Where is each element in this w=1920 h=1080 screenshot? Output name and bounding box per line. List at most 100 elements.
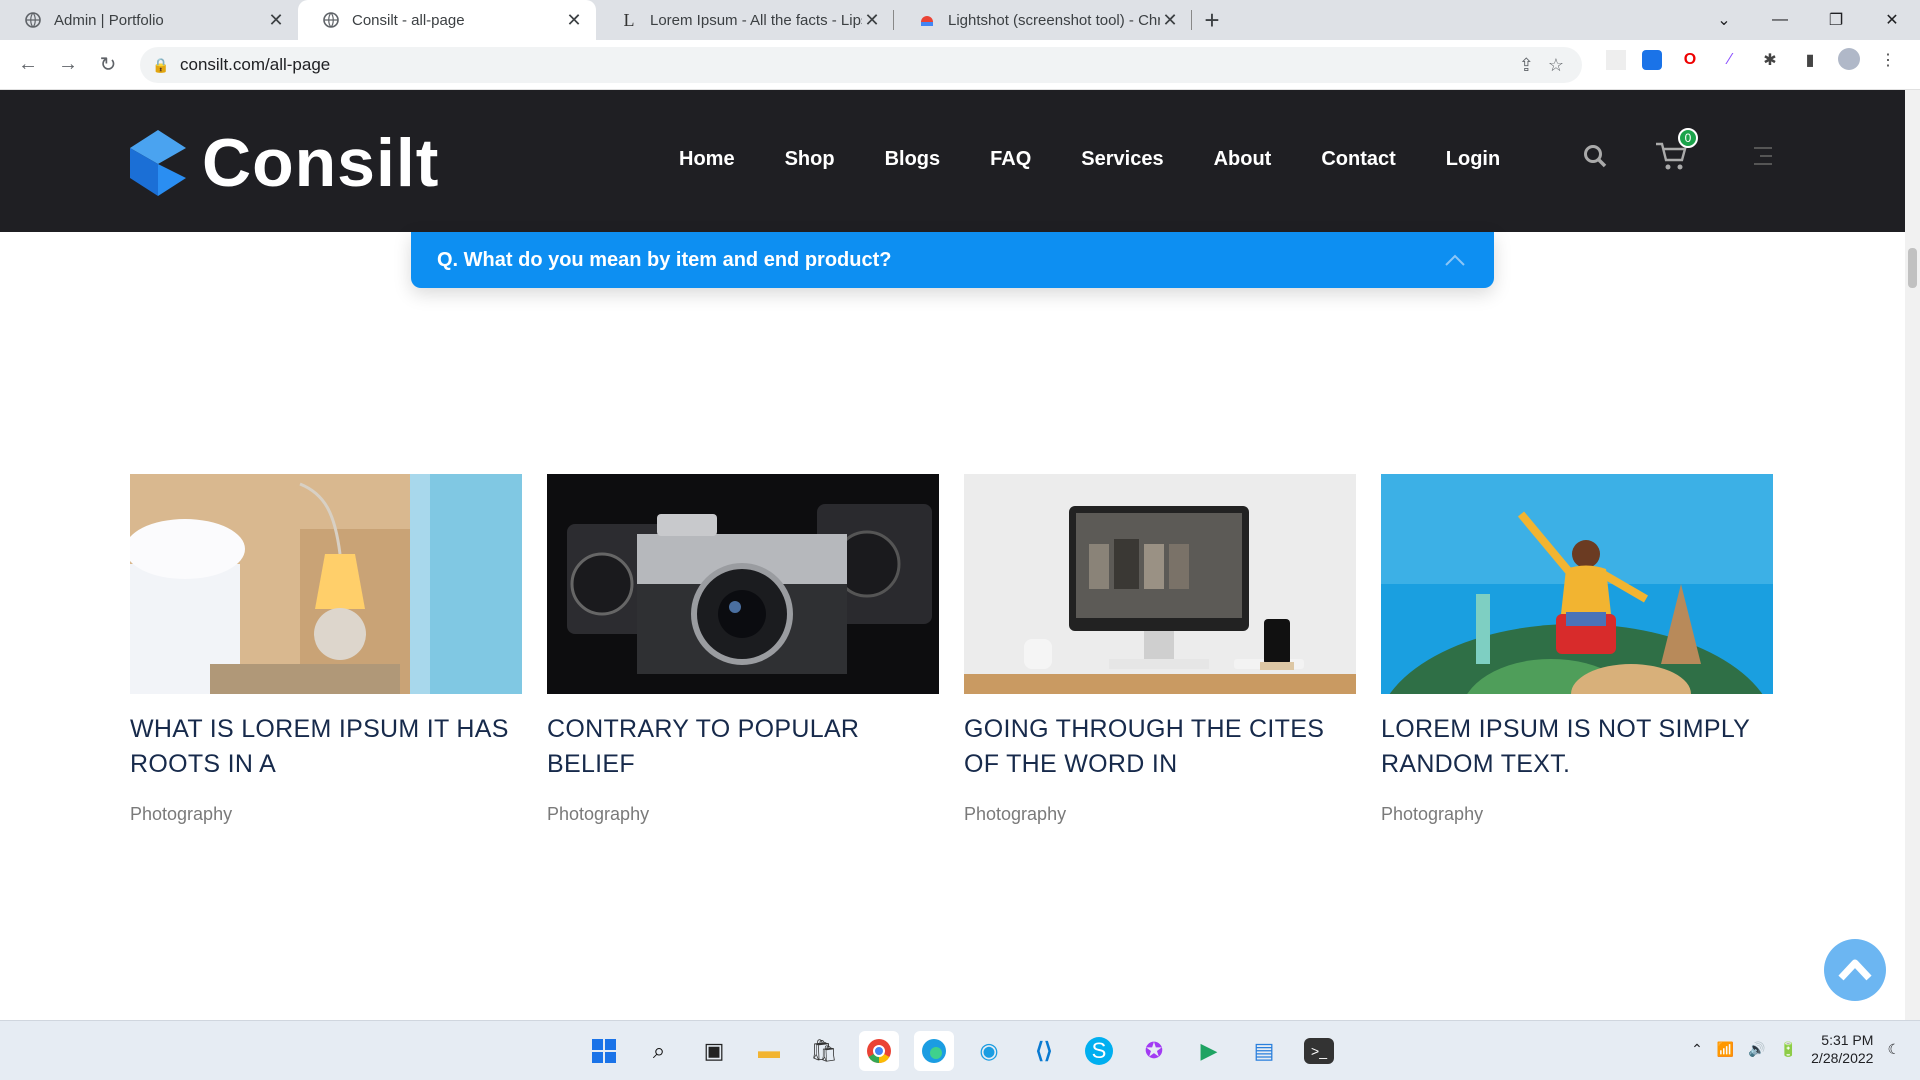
task-view-icon[interactable]: ▣	[694, 1031, 734, 1071]
hamburger-menu-icon[interactable]	[1752, 145, 1774, 172]
chrome-icon[interactable]	[859, 1031, 899, 1071]
pen-extension-icon[interactable]: ∕	[1718, 48, 1742, 72]
nav-login[interactable]: Login	[1446, 148, 1500, 171]
volume-icon[interactable]: 🔊	[1748, 1041, 1765, 1058]
chevron-up-icon[interactable]: ⌃	[1691, 1041, 1703, 1058]
card-category[interactable]: Photography	[1381, 804, 1773, 825]
card-title[interactable]: LOREM IPSUM IS NOT SIMPLY RANDOM TEXT.	[1381, 712, 1773, 782]
opera-icon[interactable]: O	[1678, 48, 1702, 72]
system-tray: ⌃ 📶 🔊 🔋 5:31 PM 2/28/2022 ☾	[1691, 1031, 1900, 1067]
card-title[interactable]: GOING THROUGH THE CITES OF THE WORD IN	[964, 712, 1356, 782]
bedroom-lamp-image[interactable]	[130, 474, 522, 694]
maximize-button[interactable]: ❐	[1808, 0, 1864, 40]
desktop-computer-image[interactable]	[964, 474, 1356, 694]
close-tab-icon[interactable]: ✕	[564, 10, 584, 31]
cart-icon[interactable]: 0	[1654, 128, 1698, 177]
back-arrow-icon[interactable]: ←	[8, 45, 48, 85]
address-bar[interactable]: 🔒 consilt.com/all-page ⇪ ☆	[140, 47, 1582, 83]
play-store-icon[interactable]: ▶	[1189, 1031, 1229, 1071]
side-panel-icon[interactable]: ▮	[1798, 48, 1822, 72]
wifi-icon[interactable]: 📶	[1717, 1041, 1734, 1058]
clock-time: 5:31 PM	[1821, 1032, 1874, 1048]
close-tab-icon[interactable]: ✕	[862, 10, 882, 31]
chrome-web-store-icon	[918, 11, 936, 29]
site-header: Consilt Home Shop Blogs FAQ Services Abo…	[0, 90, 1905, 232]
reload-icon[interactable]: ↻	[88, 45, 128, 85]
blog-card[interactable]: GOING THROUGH THE CITES OF THE WORD IN P…	[964, 474, 1356, 825]
globe-icon	[24, 11, 42, 29]
file-explorer-icon[interactable]: ▬	[749, 1031, 789, 1071]
header-icons: 0	[1582, 128, 1774, 177]
chevron-up-icon[interactable]	[1444, 250, 1466, 273]
puzzle-extensions-icon[interactable]: ✱	[1758, 48, 1782, 72]
close-window-button[interactable]: ✕	[1864, 0, 1920, 40]
browser-tab[interactable]: L Lorem Ipsum - All the facts - Lips ✕	[596, 0, 894, 40]
browser-tab-active[interactable]: Consilt - all-page ✕	[298, 0, 596, 40]
card-category[interactable]: Photography	[547, 804, 939, 825]
card-category[interactable]: Photography	[130, 804, 522, 825]
nav-about[interactable]: About	[1214, 148, 1272, 171]
logo[interactable]: Consilt	[130, 124, 439, 202]
profile-avatar[interactable]	[1838, 48, 1860, 70]
edge-icon[interactable]	[914, 1031, 954, 1071]
blog-card[interactable]: WHAT IS LOREM IPSUM IT HAS ROOTS IN A Ph…	[130, 474, 522, 825]
menu-kebab-icon[interactable]: ⋮	[1876, 48, 1900, 72]
edge-beta-icon[interactable]: ◉	[969, 1031, 1009, 1071]
window-controls: ⌄ — ❐ ✕	[1696, 0, 1920, 40]
bookmark-star-icon[interactable]: ☆	[1548, 55, 1564, 76]
store-icon[interactable]: 🛍	[804, 1031, 844, 1071]
minimize-button[interactable]: —	[1752, 0, 1808, 40]
nav-services[interactable]: Services	[1081, 148, 1163, 171]
extension-icon[interactable]	[1606, 50, 1626, 70]
url-text: consilt.com/all-page	[180, 55, 331, 74]
close-tab-icon[interactable]: ✕	[1160, 10, 1180, 31]
notepad-icon[interactable]: ▤	[1244, 1031, 1284, 1071]
lipsum-icon: L	[623, 9, 635, 30]
scroll-to-top-button[interactable]	[1824, 939, 1886, 1001]
tab-title: Lorem Ipsum - All the facts - Lips	[650, 11, 862, 29]
windows-start-icon[interactable]	[584, 1031, 624, 1071]
clock[interactable]: 5:31 PM 2/28/2022	[1811, 1031, 1873, 1067]
extension-icon[interactable]	[1642, 50, 1662, 70]
moon-icon[interactable]: ☾	[1887, 1041, 1900, 1058]
vscode-icon[interactable]: ⟨⟩	[1024, 1031, 1064, 1071]
browser-tab[interactable]: Admin | Portfolio ✕	[0, 0, 298, 40]
logo-text: Consilt	[202, 125, 440, 201]
taskbar-apps: ⌕ ▣ ▬ 🛍 ◉ ⟨⟩ S ✪ ▶ ▤ >_	[584, 1031, 1339, 1071]
tab-title: Lightshot (screenshot tool) - Chr	[948, 11, 1160, 29]
battery-icon[interactable]: 🔋	[1780, 1041, 1797, 1058]
windows-taskbar: ⌕ ▣ ▬ 🛍 ◉ ⟨⟩ S ✪ ▶ ▤ >_ ⌃ 📶 🔊 🔋 5:31 PM …	[0, 1020, 1920, 1080]
nav-shop[interactable]: Shop	[785, 148, 835, 171]
share-icon[interactable]: ⇪	[1519, 55, 1534, 76]
browser-tab-strip: Admin | Portfolio ✕ Consilt - all-page ✕…	[0, 0, 1920, 40]
nav-home[interactable]: Home	[679, 148, 735, 171]
card-title[interactable]: WHAT IS LOREM IPSUM IT HAS ROOTS IN A	[130, 712, 522, 782]
terminal-icon[interactable]: >_	[1304, 1038, 1334, 1064]
nav-blogs[interactable]: Blogs	[885, 148, 941, 171]
lock-icon: 🔒	[152, 56, 170, 73]
faq-accordion-header[interactable]: Q. What do you mean by item and end prod…	[411, 232, 1494, 288]
new-tab-button[interactable]: +	[1192, 0, 1232, 40]
search-icon[interactable]: ⌕	[639, 1031, 679, 1071]
card-category[interactable]: Photography	[964, 804, 1356, 825]
close-tab-icon[interactable]: ✕	[266, 10, 286, 31]
card-title[interactable]: CONTRARY TO POPULAR BELIEF	[547, 712, 939, 782]
blog-card[interactable]: LOREM IPSUM IS NOT SIMPLY RANDOM TEXT. P…	[1381, 474, 1773, 825]
messenger-icon[interactable]: ✪	[1134, 1031, 1174, 1071]
clock-date: 2/28/2022	[1811, 1050, 1874, 1066]
page-scrollbar[interactable]	[1905, 90, 1920, 1020]
scrollbar-thumb[interactable]	[1908, 248, 1917, 288]
browser-tab[interactable]: Lightshot (screenshot tool) - Chr ✕	[894, 0, 1192, 40]
travel-globe-image[interactable]	[1381, 474, 1773, 694]
search-icon[interactable]	[1582, 143, 1608, 174]
nav-faq[interactable]: FAQ	[990, 148, 1031, 171]
vintage-cameras-image[interactable]	[547, 474, 939, 694]
blog-card[interactable]: CONTRARY TO POPULAR BELIEF Photography	[547, 474, 939, 825]
globe-icon	[322, 11, 340, 29]
forward-arrow-icon[interactable]: →	[48, 45, 88, 85]
faq-question: Q. What do you mean by item and end prod…	[437, 248, 892, 271]
tab-search-icon[interactable]: ⌄	[1696, 0, 1752, 40]
nav-contact[interactable]: Contact	[1321, 148, 1395, 171]
skype-icon[interactable]: S	[1085, 1037, 1113, 1065]
logo-mark-icon	[130, 130, 186, 196]
